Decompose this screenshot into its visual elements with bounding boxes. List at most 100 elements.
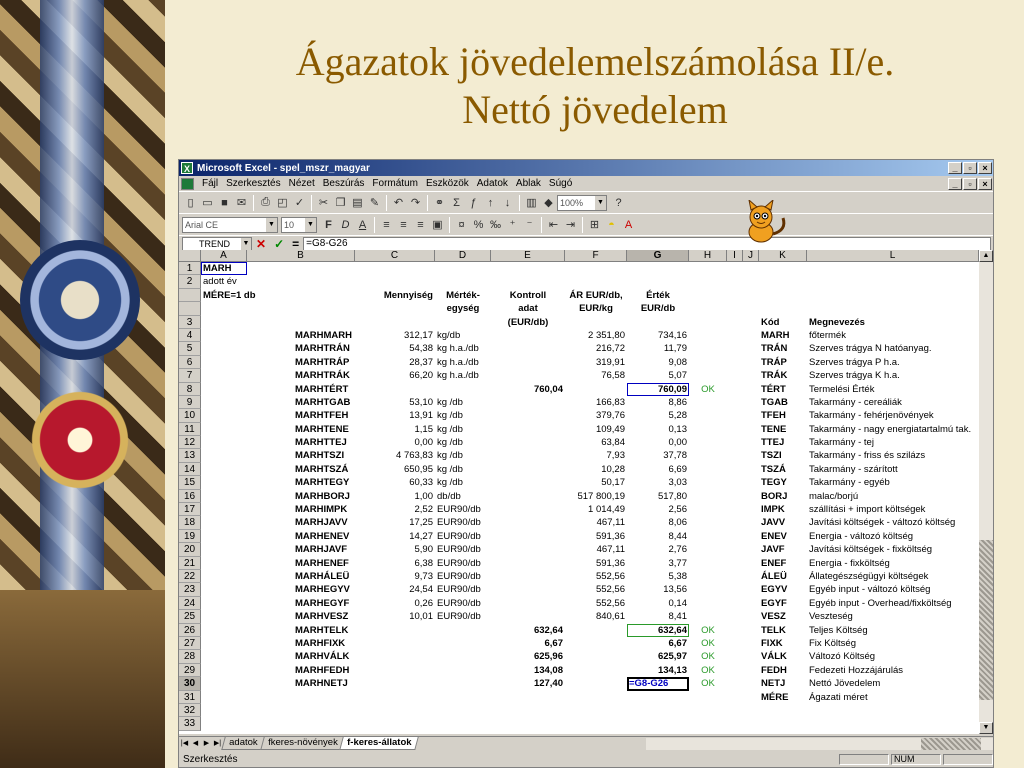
cell-i[interactable] — [727, 664, 743, 677]
cell-h[interactable] — [689, 717, 727, 730]
cell-b[interactable]: MARHTSZÁ — [247, 463, 355, 476]
cell-l[interactable]: Javítási költségek - változó költség — [807, 516, 979, 529]
cell-d[interactable]: EUR90/db — [435, 570, 491, 583]
cell-l[interactable]: Takarmány - szárított — [807, 463, 979, 476]
cell-j[interactable] — [743, 329, 759, 342]
cell-f[interactable]: 591,36 — [565, 557, 627, 570]
cell-e[interactable] — [491, 369, 565, 382]
cell-k[interactable]: ENEV — [759, 530, 807, 543]
row-header[interactable]: 27 — [179, 636, 201, 651]
cell-k[interactable] — [759, 704, 807, 717]
cell-h[interactable] — [689, 423, 727, 436]
cell-j[interactable] — [743, 463, 759, 476]
cell-f[interactable]: 552,56 — [565, 570, 627, 583]
cell-g[interactable]: 9,08 — [627, 356, 689, 369]
cell-i[interactable] — [727, 262, 743, 275]
cell-b[interactable]: MARHIMPK — [247, 503, 355, 516]
cell-k[interactable]: ENEF — [759, 557, 807, 570]
hscroll-thumb[interactable] — [921, 737, 981, 750]
cell-a[interactable] — [201, 610, 247, 623]
cell-h[interactable] — [689, 583, 727, 596]
cell-k[interactable]: JAVV — [759, 516, 807, 529]
cell-i[interactable] — [727, 530, 743, 543]
cell-i[interactable] — [727, 677, 743, 690]
menu-tools[interactable]: Eszközök — [422, 178, 473, 189]
cell-j[interactable] — [743, 637, 759, 650]
row-header[interactable]: 31 — [179, 690, 201, 704]
cell-e[interactable]: 127,40 — [491, 677, 565, 690]
cell-k[interactable] — [759, 302, 807, 315]
cell-k[interactable]: EGYV — [759, 583, 807, 596]
cell-e[interactable] — [491, 449, 565, 462]
row-header[interactable]: 9 — [179, 395, 201, 410]
cell-h[interactable] — [689, 449, 727, 462]
cell-f[interactable]: 552,56 — [565, 583, 627, 596]
row-header[interactable]: 25 — [179, 610, 201, 624]
cell-k[interactable]: TRÁK — [759, 369, 807, 382]
cell-i[interactable] — [727, 543, 743, 556]
cell-e[interactable] — [491, 583, 565, 596]
cell-e[interactable]: 632,64 — [491, 624, 565, 637]
paste-icon[interactable]: ▤ — [349, 194, 366, 211]
name-box[interactable]: TREND ▼ — [182, 236, 252, 251]
cell-i[interactable] — [727, 302, 743, 315]
row-header[interactable]: 2 — [179, 275, 201, 289]
cell-c[interactable]: 60,33 — [355, 476, 435, 489]
cell-i[interactable] — [727, 490, 743, 503]
cell-i[interactable] — [727, 650, 743, 663]
cell-l[interactable]: Takarmány - cereáliák — [807, 396, 979, 409]
decrease-decimal-icon[interactable]: ⁻ — [521, 216, 538, 233]
cell-a[interactable] — [201, 423, 247, 436]
cell-l[interactable] — [807, 275, 979, 288]
cell-h[interactable] — [689, 369, 727, 382]
cell-g[interactable] — [627, 262, 689, 275]
cell-k[interactable] — [759, 289, 807, 302]
cell-c[interactable]: 17,25 — [355, 516, 435, 529]
cell-h[interactable] — [689, 275, 727, 288]
row-header[interactable]: 5 — [179, 342, 201, 356]
cell-e[interactable]: (EUR/db) — [491, 316, 565, 329]
cell-a[interactable] — [201, 369, 247, 382]
cell-f[interactable] — [565, 704, 627, 717]
cell-d[interactable]: kg /db — [435, 396, 491, 409]
cell-h[interactable] — [689, 543, 727, 556]
formula-input[interactable]: =G8-G26 — [303, 236, 991, 251]
enter-formula-icon[interactable]: ✓ — [274, 237, 284, 251]
cell-i[interactable] — [727, 557, 743, 570]
cell-b[interactable]: MARHFEDH — [247, 664, 355, 677]
cell-f[interactable]: 591,36 — [565, 530, 627, 543]
percent-icon[interactable]: % — [470, 216, 487, 233]
cancel-formula-icon[interactable]: ✕ — [256, 237, 266, 251]
cell-f[interactable]: 467,11 — [565, 516, 627, 529]
cell-e[interactable] — [491, 610, 565, 623]
cell-h[interactable] — [689, 557, 727, 570]
cell-d[interactable]: EUR90/db — [435, 583, 491, 596]
cell-f[interactable]: 50,17 — [565, 476, 627, 489]
cell-d[interactable] — [435, 717, 491, 730]
sheet-tab-fkeres-novenyek[interactable]: fkeres-növények — [259, 737, 345, 750]
vertical-scrollbar[interactable]: ▲ ▼ — [979, 250, 993, 734]
cell-b[interactable]: MARHBORJ — [247, 490, 355, 503]
cell-c[interactable]: 6,38 — [355, 557, 435, 570]
cell-b[interactable]: MARHNETJ — [247, 677, 355, 690]
cell-g[interactable]: 517,80 — [627, 490, 689, 503]
cell-l[interactable] — [807, 704, 979, 717]
cell-h[interactable] — [689, 463, 727, 476]
cell-d[interactable]: kg /db — [435, 409, 491, 422]
cell-k[interactable]: TENE — [759, 423, 807, 436]
cell-e[interactable] — [491, 262, 565, 275]
cell-a[interactable] — [201, 503, 247, 516]
cell-j[interactable] — [743, 516, 759, 529]
cell-g[interactable]: 5,07 — [627, 369, 689, 382]
cell-i[interactable] — [727, 476, 743, 489]
cell-g[interactable]: 2,56 — [627, 503, 689, 516]
cell-b[interactable]: MARHMARH — [247, 329, 355, 342]
cell-e[interactable] — [491, 543, 565, 556]
spelling-icon[interactable]: ✓ — [291, 194, 308, 211]
cell-j[interactable] — [743, 409, 759, 422]
cell-e[interactable] — [491, 423, 565, 436]
cell-k[interactable] — [759, 262, 807, 275]
workbook-icon[interactable] — [181, 177, 194, 190]
cell-k[interactable]: JAVF — [759, 543, 807, 556]
cell-j[interactable] — [743, 717, 759, 730]
